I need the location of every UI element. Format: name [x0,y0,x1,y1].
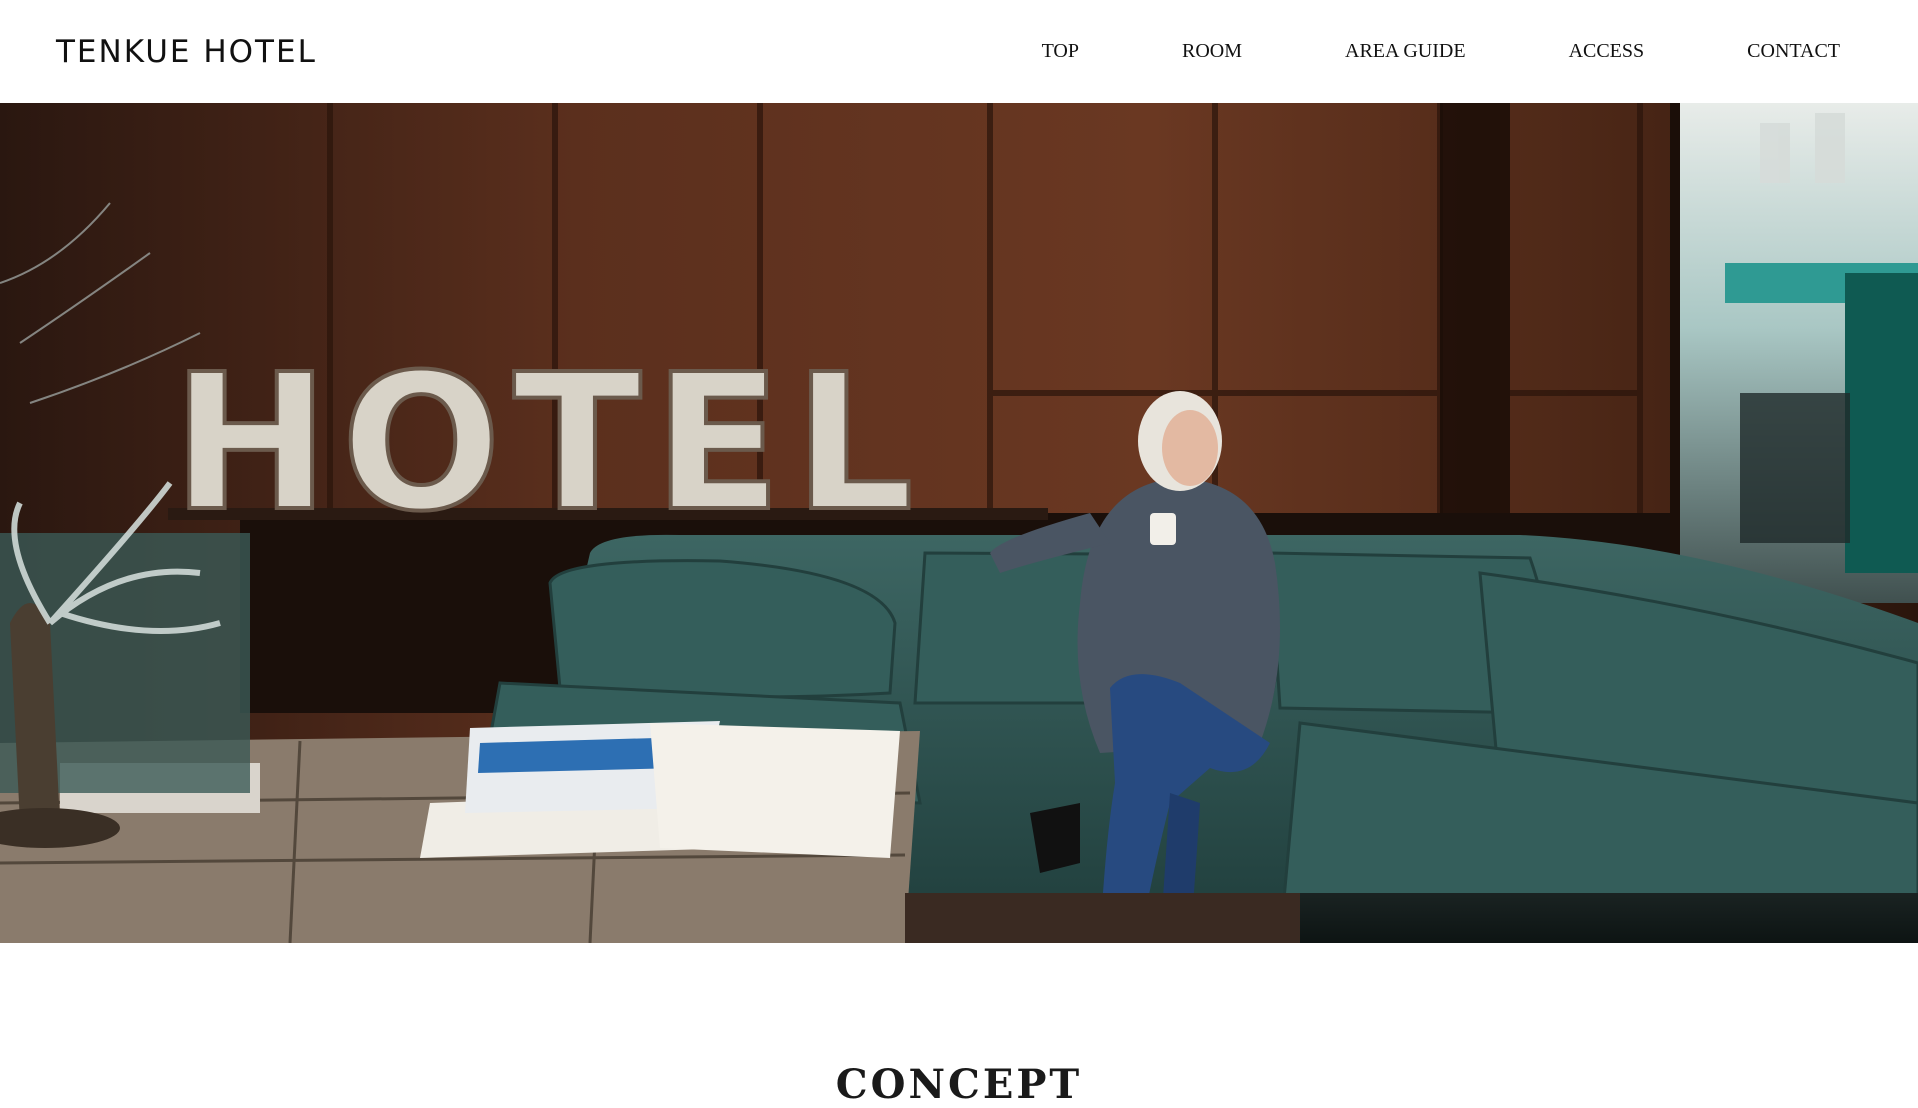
main-nav: TOP ROOM AREA GUIDE ACCESS CONTACT [1042,40,1840,63]
nav-access[interactable]: ACCESS [1569,40,1645,63]
nav-room[interactable]: ROOM [1182,40,1242,63]
nav-top[interactable]: TOP [1042,40,1079,63]
site-header: TENKUE HOTEL TOP ROOM AREA GUIDE ACCESS … [0,0,1918,103]
site-logo[interactable]: TENKUE HOTEL [56,34,317,70]
hero-illustration: HOTEL [0,103,1918,943]
section-title-concept: CONCEPT [835,1061,1083,1108]
hotel-sign-text: HOTEL [172,334,926,553]
hotel-sign: HOTEL [168,332,1048,555]
nav-contact[interactable]: CONTACT [1747,40,1840,63]
hero-image: HOTEL [0,103,1918,943]
nav-area-guide[interactable]: AREA GUIDE [1345,40,1466,63]
